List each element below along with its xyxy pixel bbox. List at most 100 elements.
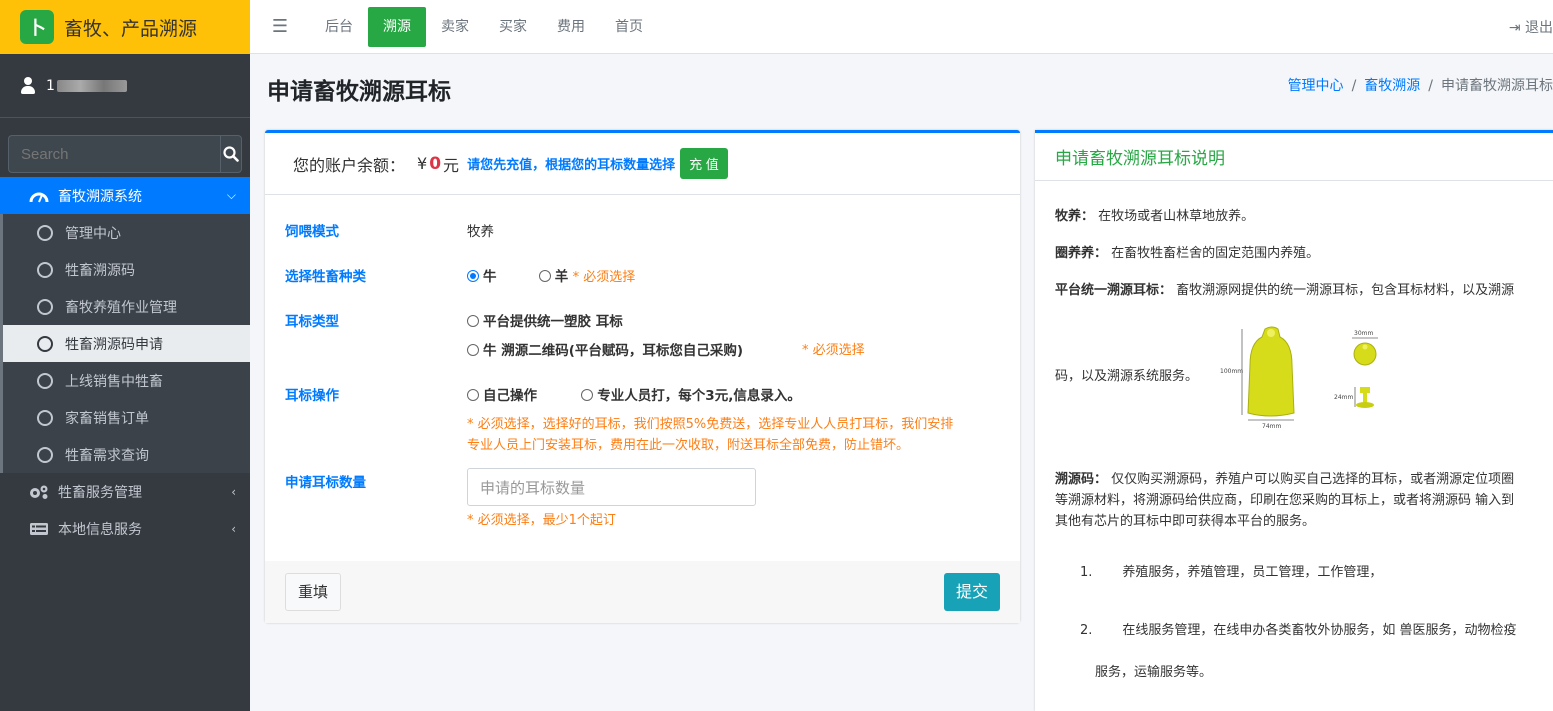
radio-unchecked[interactable]	[467, 389, 479, 401]
sidebar-section-local-info[interactable]: 本地信息服务 ‹	[0, 510, 250, 547]
list-icon	[28, 521, 50, 537]
topnav-home[interactable]: 首页	[600, 7, 658, 47]
tag-height-label: 100mm	[1220, 368, 1243, 375]
breadcrumb-separator: /	[1428, 78, 1433, 94]
radio-unchecked[interactable]	[538, 270, 551, 282]
sidebar-nav: 畜牧溯源系统 ⌵ 管理中心 牲畜溯源码 畜牧养殖作业管理 牲畜溯源码申请 上线销…	[0, 177, 250, 547]
user-name-redacted	[56, 79, 127, 92]
tag-type-option-plastic[interactable]: 平台提供统一塑胶 耳标	[467, 310, 623, 330]
topnav-seller[interactable]: 卖家	[426, 7, 484, 47]
balance-bar: 您的账户余额： ¥ 0 元 请您先充值，根据您的耳标数量选择 充 值	[265, 133, 1020, 195]
breadcrumb-current: 申请畜牧溯源耳标	[1441, 78, 1553, 94]
sidebar-item-online-sales[interactable]: 上线销售中牲畜	[3, 362, 250, 399]
sidebar: 卜 畜牧、产品溯源 1 畜牧溯源系统 ⌵ 管理中心 牲畜溯源码 畜牧养殖作业管理…	[0, 0, 250, 711]
brand-title: 畜牧、产品溯源	[64, 17, 198, 40]
sidebar-item-label: 上线销售中牲畜	[65, 373, 163, 390]
topnav-fees[interactable]: 费用	[542, 7, 600, 47]
feeding-mode-value: 牧养	[467, 224, 494, 240]
tag-type-option-qrcode[interactable]: 牛 溯源二维码(平台赋码，耳标您自己采购)	[467, 339, 743, 359]
operation-note-line2: 专业人员上门安装耳标，费用在此一次收取，附送耳标全部免费，防止错坏。	[467, 438, 910, 453]
sidebar-item-code-apply[interactable]: 牲畜溯源码申请	[3, 325, 250, 362]
topnav-backend[interactable]: 后台	[310, 7, 368, 47]
breadcrumb-section[interactable]: 畜牧溯源	[1364, 78, 1420, 94]
radio-checked[interactable]	[467, 270, 479, 282]
user-panel[interactable]: 1	[0, 54, 250, 118]
species-sheep-option[interactable]: 羊	[538, 269, 568, 285]
quantity-label: 申请耳标数量	[285, 475, 366, 491]
ear-tag-diagram: 100mm 74mm 30mm 24mm	[1220, 326, 1378, 429]
platform-tag-definition: 平台统一溯源耳标： 畜牧溯源网提供的统一溯源耳标，包含耳标材料，以及溯源	[1055, 283, 1515, 298]
radio-unchecked[interactable]	[467, 315, 479, 327]
brand-logo: 卜	[20, 10, 54, 44]
sidebar-item-sales-orders[interactable]: 家畜销售订单	[3, 399, 250, 436]
sidebar-item-trace-code[interactable]: 牲畜溯源码	[3, 251, 250, 288]
topbar: ☰ 后台 溯源 卖家 买家 费用 首页 ⇥ 退出	[250, 0, 1553, 54]
dashboard-icon	[28, 188, 50, 204]
sidebar-item-label: 畜牧养殖作业管理	[65, 299, 177, 316]
sidebar-section-label: 畜牧溯源系统	[58, 188, 142, 205]
sidebar-item-label: 牲畜溯源码	[65, 262, 135, 279]
recharge-button[interactable]: 充 值	[680, 148, 728, 179]
service-list-item-2-cont: 服务，运输服务等。	[1095, 665, 1213, 680]
tag-type-required-hint: * 必须选择	[802, 343, 865, 358]
sidebar-search	[8, 135, 242, 173]
balance-label: 您的账户余额：	[293, 155, 406, 175]
operation-note-line1: * 必须选择，选择好的耳标，我们按照5%免费送，选择专业人人员打耳标，我们安排	[467, 417, 954, 432]
sidebar-item-breeding-ops[interactable]: 畜牧养殖作业管理	[3, 288, 250, 325]
quantity-input[interactable]: 申请的耳标数量	[467, 468, 756, 506]
radio-unchecked[interactable]	[467, 344, 479, 356]
operation-options: 自己操作 专业人员打，每个3元,信息录入。	[467, 384, 801, 404]
sidebar-section-traceability[interactable]: 畜牧溯源系统 ⌵	[0, 177, 250, 214]
logout-link[interactable]: ⇥ 退出	[1509, 17, 1553, 37]
chevron-down-icon: ⌵	[226, 188, 236, 202]
topnav-buyer[interactable]: 买家	[484, 7, 542, 47]
circle-icon	[37, 446, 53, 463]
chevron-left-icon: ‹	[231, 521, 236, 536]
form-footer: 重填 提交	[265, 561, 1020, 623]
search-button[interactable]	[220, 135, 242, 173]
chevron-left-icon: ‹	[231, 484, 236, 499]
breadcrumb-home[interactable]: 管理中心	[1288, 78, 1344, 94]
brand[interactable]: 卜 畜牧、产品溯源	[0, 0, 250, 54]
sidebar-item-label: 管理中心	[65, 225, 121, 242]
topnav-traceability[interactable]: 溯源	[368, 6, 426, 47]
radio-unchecked[interactable]	[581, 389, 594, 401]
instructions-card: 申请畜牧溯源耳标说明 牧养： 在牧场或者山林草地放养。 圈养养： 在畜牧牲畜栏舍…	[1035, 130, 1553, 711]
search-icon	[223, 146, 239, 162]
sidebar-item-demand-query[interactable]: 牲畜需求查询	[3, 436, 250, 473]
sidebar-section-livestock-service[interactable]: 牲畜服务管理 ‹	[0, 473, 250, 510]
reset-button[interactable]: 重填	[285, 573, 342, 611]
circle-icon	[37, 261, 53, 278]
breadcrumb-separator: /	[1351, 78, 1357, 94]
recharge-tip: 请您先充值，根据您的耳标数量选择	[467, 158, 676, 173]
logout-icon: ⇥	[1508, 20, 1521, 36]
operation-pro-option[interactable]: 专业人员打，每个3元,信息录入。	[581, 388, 801, 404]
circle-icon	[37, 372, 53, 389]
submit-button[interactable]: 提交	[943, 573, 1000, 611]
balance-value: 0	[429, 153, 442, 174]
menu-toggle-icon[interactable]: ☰	[250, 16, 310, 37]
search-input[interactable]	[8, 135, 220, 173]
operation-self-option[interactable]: 自己操作	[467, 388, 537, 404]
sidebar-section-label: 牲畜服务管理	[58, 484, 142, 501]
service-list-item-2: 2. 在线服务管理，在线申办各类畜牧外协服务，如 兽医服务，动物检疫	[1080, 623, 1517, 638]
gears-icon	[28, 484, 50, 500]
species-cattle-option[interactable]: 牛	[467, 269, 497, 285]
instructions-title: 申请畜牧溯源耳标说明	[1035, 133, 1553, 181]
sidebar-item-label: 牲畜需求查询	[65, 447, 149, 464]
apply-form-card: 您的账户余额： ¥ 0 元 请您先充值，根据您的耳标数量选择 充 值 饲喂模式 …	[265, 130, 1020, 623]
circle-icon	[37, 335, 53, 352]
species-options: 牛 羊 * 必须选择	[467, 265, 635, 285]
user-icon	[20, 76, 36, 95]
quantity-required-hint: * 必须选择，最少1个起订	[467, 513, 616, 528]
sidebar-item-management-center[interactable]: 管理中心	[3, 214, 250, 251]
user-name: 1	[46, 78, 127, 94]
page-title: 申请畜牧溯源耳标	[267, 79, 451, 105]
operation-label: 耳标操作	[285, 388, 339, 404]
balance-currency: ¥	[417, 154, 428, 173]
circle-icon	[37, 298, 53, 315]
species-label: 选择牲畜种类	[285, 269, 366, 285]
balance-unit: 元	[443, 155, 460, 175]
button-diameter-label: 30mm	[1354, 330, 1373, 337]
species-required-hint: * 必须选择	[572, 270, 636, 285]
